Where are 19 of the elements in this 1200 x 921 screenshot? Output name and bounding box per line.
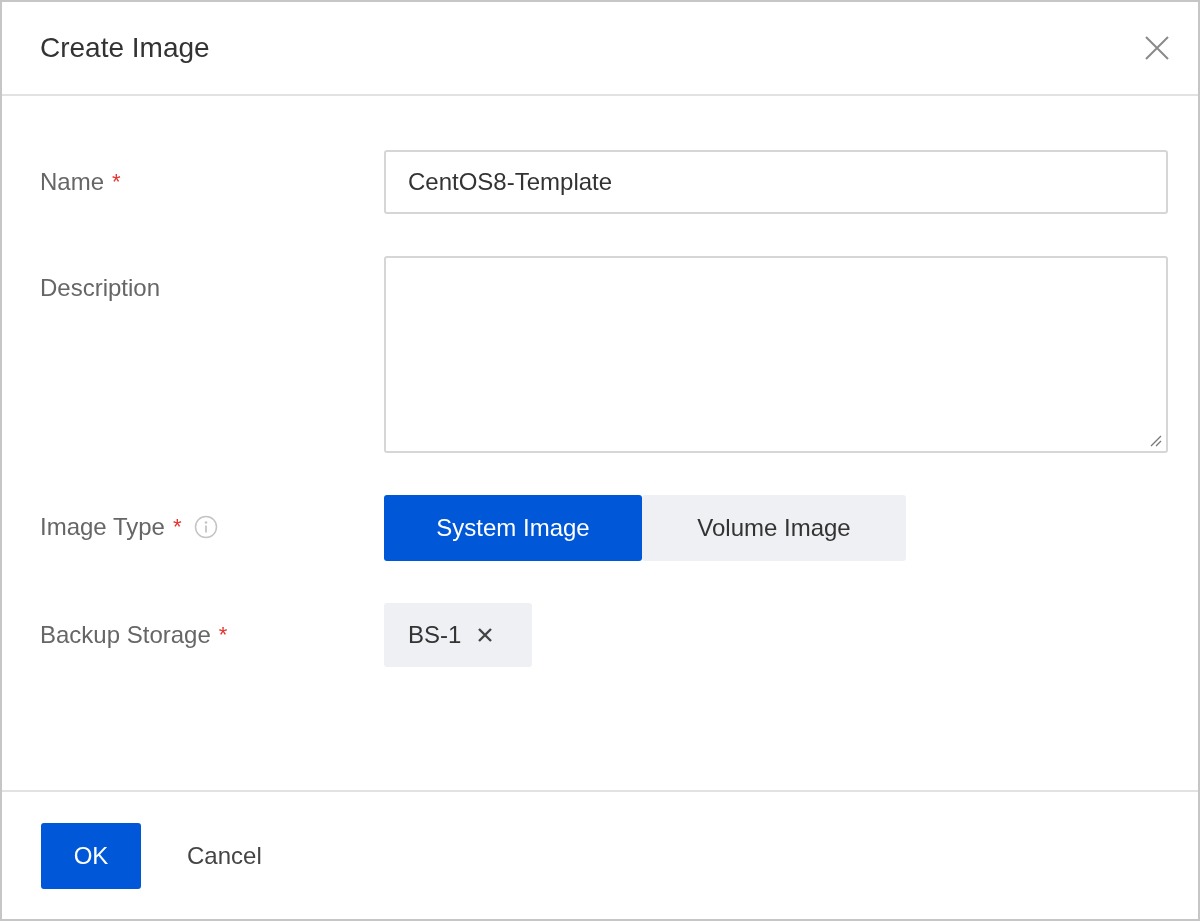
field-label: Name [40, 168, 105, 196]
tag-label: BS-1 [408, 621, 462, 649]
required-asterisk: * [112, 169, 121, 195]
ok-button[interactable]: OK [41, 822, 141, 889]
cancel-button[interactable]: Cancel [187, 841, 262, 870]
field-label: Backup Storage [40, 621, 211, 649]
dialog-title: Create Image [40, 32, 210, 64]
field-label: Image Type [40, 513, 165, 541]
description-input-field[interactable] [384, 256, 1168, 453]
segmented-option[interactable]: Volume Image [642, 495, 906, 561]
required-asterisk: * [172, 514, 182, 540]
remove-icon[interactable] [477, 627, 494, 643]
segmented-option[interactable]: System Image [384, 495, 642, 561]
required-asterisk: * [218, 622, 228, 648]
field-label: Description [40, 274, 161, 302]
resize-handle-icon[interactable] [1148, 433, 1162, 447]
info-icon[interactable] [193, 515, 218, 539]
name-input-field[interactable]: CentOS8-Template [384, 150, 1168, 214]
close-icon[interactable] [1144, 35, 1170, 61]
